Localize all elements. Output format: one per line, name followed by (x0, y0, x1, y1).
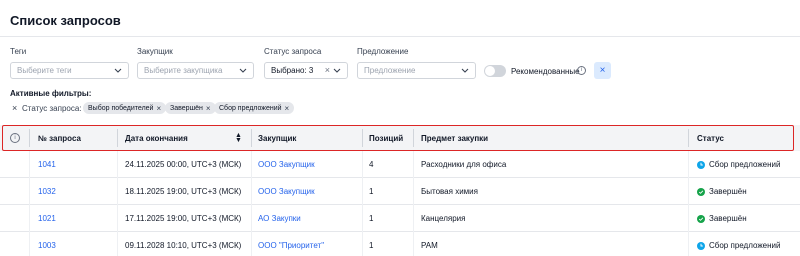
column-divider (362, 232, 363, 256)
chevron-down-icon (114, 66, 122, 74)
buyer-link[interactable]: ООО Закупщик (258, 178, 315, 205)
end-date-cell: 18.11.2025 19:00, UTC+3 (МСК) (125, 187, 242, 196)
column-divider (413, 205, 414, 232)
tags-select-placeholder: Выберите теги (17, 66, 72, 75)
close-icon[interactable]: × (156, 104, 161, 113)
clear-filters-button[interactable]: × (594, 62, 611, 79)
column-divider (29, 178, 30, 205)
column-divider (413, 151, 414, 178)
column-divider (688, 232, 689, 256)
status-label: Завершён (709, 187, 747, 196)
filter-chip[interactable]: Сбор предложений × (214, 102, 295, 114)
column-divider (362, 178, 363, 205)
status-cell: Сбор предложений (697, 151, 780, 178)
buyer-select-placeholder: Выберите закупщика (144, 66, 223, 75)
recommended-toggle[interactable] (484, 65, 506, 77)
active-filters-label: Активные фильтры: (10, 89, 92, 98)
chevron-down-icon (333, 66, 341, 74)
subject-cell: РАМ (421, 241, 438, 250)
buyer-link[interactable]: АО Закупки (258, 205, 301, 232)
status-select[interactable]: Выбрано: 3 × (264, 62, 348, 79)
column-divider (117, 232, 118, 256)
buyer-select[interactable]: Выберите закупщика (137, 62, 254, 79)
status-filter-label: Статус запроса (264, 47, 322, 56)
close-icon[interactable]: × (206, 104, 211, 113)
filter-chip-label: Сбор предложений (219, 104, 282, 112)
column-divider (29, 232, 30, 256)
status-cell: Завершён (697, 205, 747, 232)
buyer-link[interactable]: ООО Закупщик (258, 151, 315, 178)
close-icon[interactable]: × (285, 104, 290, 113)
subject-cell: Канцелярия (421, 214, 466, 223)
request-id-link[interactable]: 1003 (38, 232, 56, 256)
subject-cell: Расходники для офиса (421, 160, 507, 169)
table-row[interactable]: 1003 09.11.2028 10:10, UTC+3 (МСК) ООО "… (0, 232, 800, 256)
info-icon[interactable]: i (577, 66, 586, 75)
column-divider (688, 151, 689, 178)
table-row[interactable]: 1041 24.11.2025 00:00, UTC+3 (МСК) ООО З… (0, 151, 800, 178)
end-date-cell: 09.11.2028 10:10, UTC+3 (МСК) (125, 241, 242, 250)
column-divider (117, 205, 118, 232)
offer-filter-label: Предложение (357, 47, 409, 56)
positions-cell: 1 (369, 187, 374, 196)
filter-chip-label: Выбор победителей (88, 104, 154, 112)
end-date-cell: 17.11.2025 19:00, UTC+3 (МСК) (125, 214, 242, 223)
toggle-knob (485, 66, 495, 76)
filter-chip-label: Завершён (170, 104, 203, 112)
end-date-cell: 24.11.2025 00:00, UTC+3 (МСК) (125, 160, 242, 169)
request-id-link[interactable]: 1032 (38, 178, 56, 205)
column-divider (251, 178, 252, 205)
column-divider (251, 205, 252, 232)
tags-select[interactable]: Выберите теги (10, 62, 129, 79)
header-highlight-box (2, 125, 794, 151)
column-divider (413, 178, 414, 205)
filter-chip[interactable]: Выбор победителей × (83, 102, 167, 114)
page-title: Список запросов (10, 13, 121, 28)
table-row[interactable]: 1021 17.11.2025 19:00, UTC+3 (МСК) АО За… (0, 205, 800, 232)
request-id-link[interactable]: 1041 (38, 151, 56, 178)
column-divider (688, 178, 689, 205)
buyer-filter-label: Закупщик (137, 47, 173, 56)
recommended-label: Рекомендованные (511, 67, 580, 76)
positions-cell: 4 (369, 160, 374, 169)
table-row[interactable]: 1032 18.11.2025 19:00, UTC+3 (МСК) ООО З… (0, 178, 800, 205)
title-divider (0, 36, 800, 37)
buyer-link[interactable]: ООО "Приоритет" (258, 232, 324, 256)
column-divider (29, 151, 30, 178)
column-divider (117, 151, 118, 178)
clock-icon (697, 241, 705, 250)
filter-chip[interactable]: Завершён × (165, 102, 216, 114)
check-icon (697, 214, 705, 223)
active-filter-group-label: Статус запроса: (22, 104, 82, 113)
column-divider (413, 232, 414, 256)
offer-select-placeholder: Предложение (364, 66, 416, 75)
status-select-value: Выбрано: 3 (271, 66, 314, 75)
requests-panel: Список запросов Теги Выберите теги Закуп… (0, 0, 800, 256)
positions-cell: 1 (369, 241, 374, 250)
chevron-down-icon (461, 66, 469, 74)
subject-cell: Бытовая химия (421, 187, 478, 196)
column-divider (29, 205, 30, 232)
tags-filter-label: Теги (10, 47, 27, 56)
request-id-link[interactable]: 1021 (38, 205, 56, 232)
column-divider (117, 178, 118, 205)
clock-icon (697, 160, 705, 169)
status-label: Завершён (709, 214, 747, 223)
status-cell: Завершён (697, 178, 747, 205)
column-divider (362, 205, 363, 232)
positions-cell: 1 (369, 214, 374, 223)
status-cell: Сбор предложений (697, 232, 780, 256)
column-divider (688, 205, 689, 232)
close-icon[interactable]: × (325, 65, 330, 75)
column-divider (251, 151, 252, 178)
offer-select[interactable]: Предложение (357, 62, 476, 79)
status-label: Сбор предложений (709, 160, 781, 169)
chevron-down-icon (239, 66, 247, 74)
column-divider (362, 151, 363, 178)
status-label: Сбор предложений (709, 241, 781, 250)
check-icon (697, 187, 705, 196)
column-divider (251, 232, 252, 256)
close-icon: × (599, 65, 606, 76)
remove-status-filter-icon[interactable]: × (12, 103, 17, 113)
